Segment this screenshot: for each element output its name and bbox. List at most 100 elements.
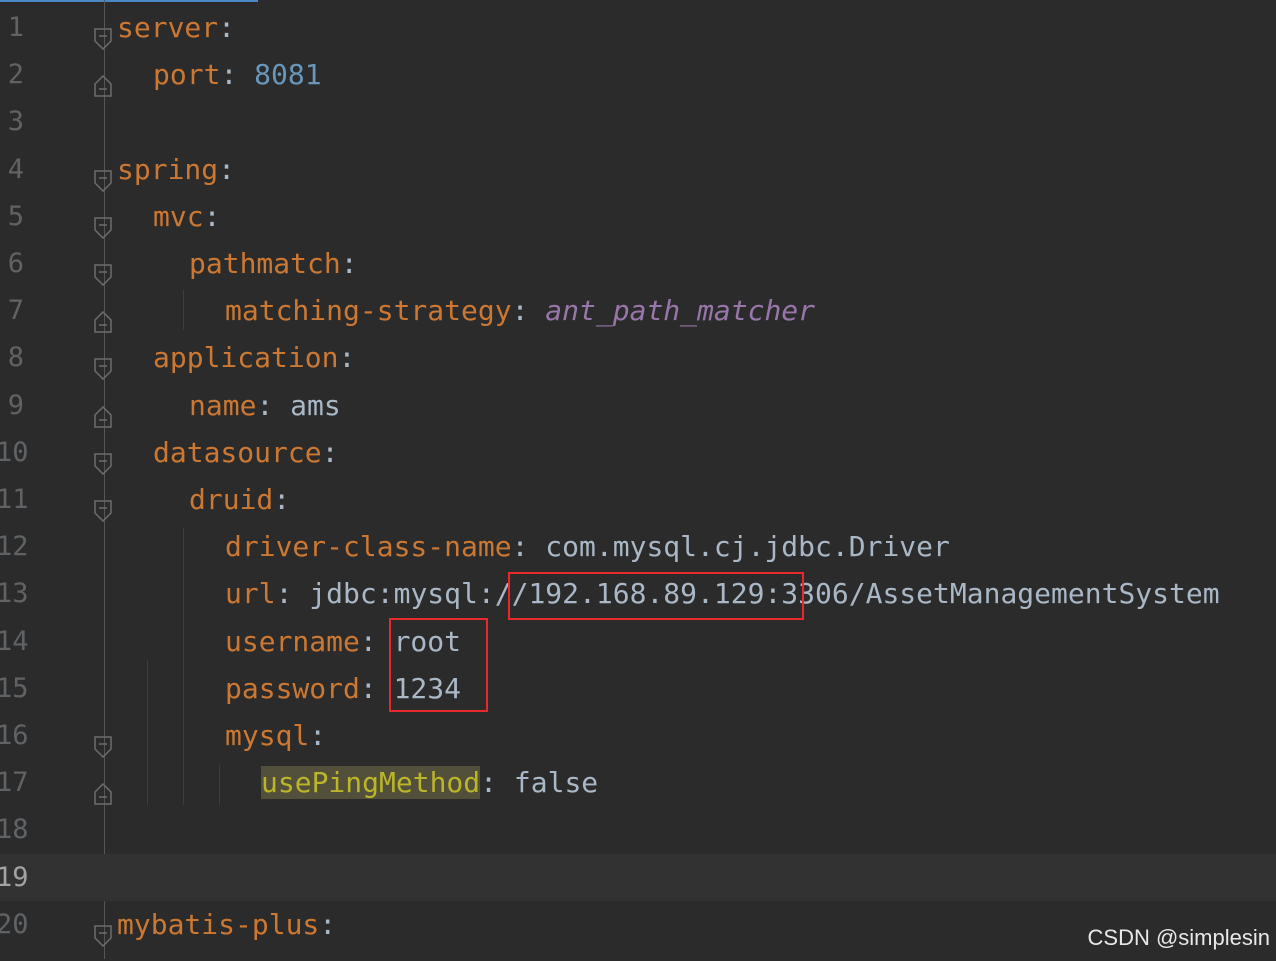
fold-end-icon[interactable]	[93, 64, 113, 97]
code-line[interactable]: 6 pathmatch:	[0, 240, 1276, 287]
yaml-value: 8081	[254, 58, 322, 92]
yaml-key: url	[225, 577, 276, 611]
line-number: 6	[7, 248, 24, 279]
line-number: 15	[0, 672, 29, 704]
line-number: 2	[7, 59, 24, 91]
yaml-separator: :	[309, 719, 327, 752]
yaml-key: username	[225, 624, 360, 658]
line-number: 9	[7, 389, 24, 421]
yaml-separator: :	[338, 341, 356, 375]
yaml-value: ant_path_matcher	[545, 294, 816, 328]
line-number: 4	[7, 153, 24, 185]
code-line[interactable]: 12 driver-class-name: com.mysql.cj.jdbc.D…	[0, 523, 1276, 570]
fold-end-icon[interactable]	[93, 395, 113, 428]
watermark: CSDN @simplesin	[1087, 925, 1270, 950]
code-line[interactable]: 17 usePingMethod: false	[0, 759, 1276, 806]
yaml-value: false	[513, 766, 599, 800]
code-line[interactable]: 7 matching-strategy: ant_path_matcher	[0, 287, 1276, 334]
yaml-key: spring	[117, 152, 219, 186]
yaml-key: mvc	[153, 199, 204, 233]
fold-collapse-icon[interactable]	[93, 725, 113, 759]
yaml-key: application	[153, 341, 339, 375]
fold-collapse-icon[interactable]	[93, 206, 113, 239]
yaml-key: name	[189, 388, 257, 422]
code-line[interactable]: 10 datasource:	[0, 429, 1276, 476]
yaml-separator: :	[275, 577, 310, 611]
code-line[interactable]: 5 mvc:	[0, 193, 1276, 240]
yaml-separator: :	[256, 388, 291, 422]
code-line[interactable]: 1 server:	[0, 4, 1276, 51]
yaml-separator: :	[273, 483, 291, 516]
code-text: pathmatch:	[189, 240, 358, 287]
line-number: 12	[0, 531, 29, 563]
code-text: mysql:	[225, 712, 326, 759]
fold-collapse-icon[interactable]	[93, 442, 113, 475]
code-text: matching-strategy: ant_path_matcher	[225, 287, 815, 334]
credentials-annotation-box	[389, 618, 488, 712]
yaml-separator: :	[511, 530, 546, 564]
code-text: mvc:	[153, 193, 220, 240]
yaml-key: port	[153, 58, 221, 92]
indent-guide	[219, 765, 220, 805]
code-line[interactable]: 4 spring:	[0, 146, 1276, 193]
code-text: druid:	[189, 476, 290, 523]
code-text: driver-class-name: com.mysql.cj.jdbc.Dri…	[225, 523, 950, 570]
yaml-separator: :	[319, 907, 337, 941]
line-number: 16	[0, 720, 29, 751]
fold-collapse-icon[interactable]	[93, 347, 113, 381]
code-line[interactable]: 14 username: root	[0, 618, 1276, 665]
yaml-key: pathmatch	[189, 247, 341, 280]
fold-collapse-icon[interactable]	[93, 159, 113, 192]
code-line[interactable]: 20 mybatis-plus:	[0, 901, 1276, 948]
yaml-key: datasource	[153, 435, 322, 469]
tab-underline	[0, 0, 258, 2]
line-number: 20	[0, 908, 29, 940]
yaml-key: server	[117, 11, 219, 44]
fold-collapse-icon[interactable]	[93, 17, 113, 51]
code-line[interactable]: 19	[0, 853, 1276, 901]
yaml-key: mysql	[225, 719, 310, 752]
ip-address-annotation-box	[508, 572, 804, 620]
fold-collapse-icon[interactable]	[93, 253, 113, 287]
line-number: 13	[0, 578, 29, 610]
yaml-key: druid	[189, 483, 274, 516]
code-line[interactable]: 9 name: ams	[0, 382, 1276, 429]
code-line[interactable]: 2 port: 8081	[0, 51, 1276, 98]
code-line[interactable]: 8 application:	[0, 334, 1276, 381]
line-number: 1	[7, 12, 24, 43]
indent-guide	[183, 528, 184, 805]
code-line[interactable]: 18	[0, 806, 1276, 853]
code-text: application:	[153, 334, 355, 381]
line-number: 7	[7, 295, 24, 327]
indent-guide	[147, 660, 148, 805]
yaml-value: com.mysql.cj.jdbc.Driver	[545, 530, 950, 564]
yaml-separator: :	[340, 247, 358, 280]
fold-end-icon[interactable]	[93, 300, 113, 333]
code-line[interactable]: 3	[0, 98, 1276, 145]
fold-collapse-icon[interactable]	[93, 489, 113, 523]
code-line[interactable]: 11 druid:	[0, 476, 1276, 523]
code-text: port: 8081	[153, 51, 322, 98]
yaml-separator: :	[321, 435, 339, 469]
yaml-separator: :	[480, 766, 514, 800]
line-number: 17	[0, 767, 29, 799]
yaml-key: password	[225, 671, 360, 705]
line-number: 18	[0, 814, 29, 846]
code-line[interactable]: 16 mysql:	[0, 712, 1276, 759]
code-text: mybatis-plus:	[117, 901, 336, 948]
code-editor[interactable]: 1 server: 2 port: 8081 3 4 spring: 5 mvc: 6 pathma…	[0, 0, 1276, 959]
line-number: 10	[0, 436, 29, 468]
yaml-separator: :	[511, 294, 546, 328]
yaml-separator: :	[218, 11, 236, 44]
code-text: datasource:	[153, 429, 338, 476]
yaml-key: usePingMethod	[261, 766, 481, 800]
code-line[interactable]: 15 password: 1234	[0, 665, 1276, 712]
line-number: 11	[0, 484, 29, 515]
code-text: usePingMethod: false	[261, 759, 598, 806]
indent-guide	[183, 290, 184, 330]
yaml-key: matching-strategy	[225, 294, 512, 328]
fold-collapse-icon[interactable]	[93, 914, 113, 947]
fold-end-icon[interactable]	[93, 772, 113, 805]
yaml-separator: :	[203, 199, 221, 233]
line-number: 19	[0, 861, 29, 893]
